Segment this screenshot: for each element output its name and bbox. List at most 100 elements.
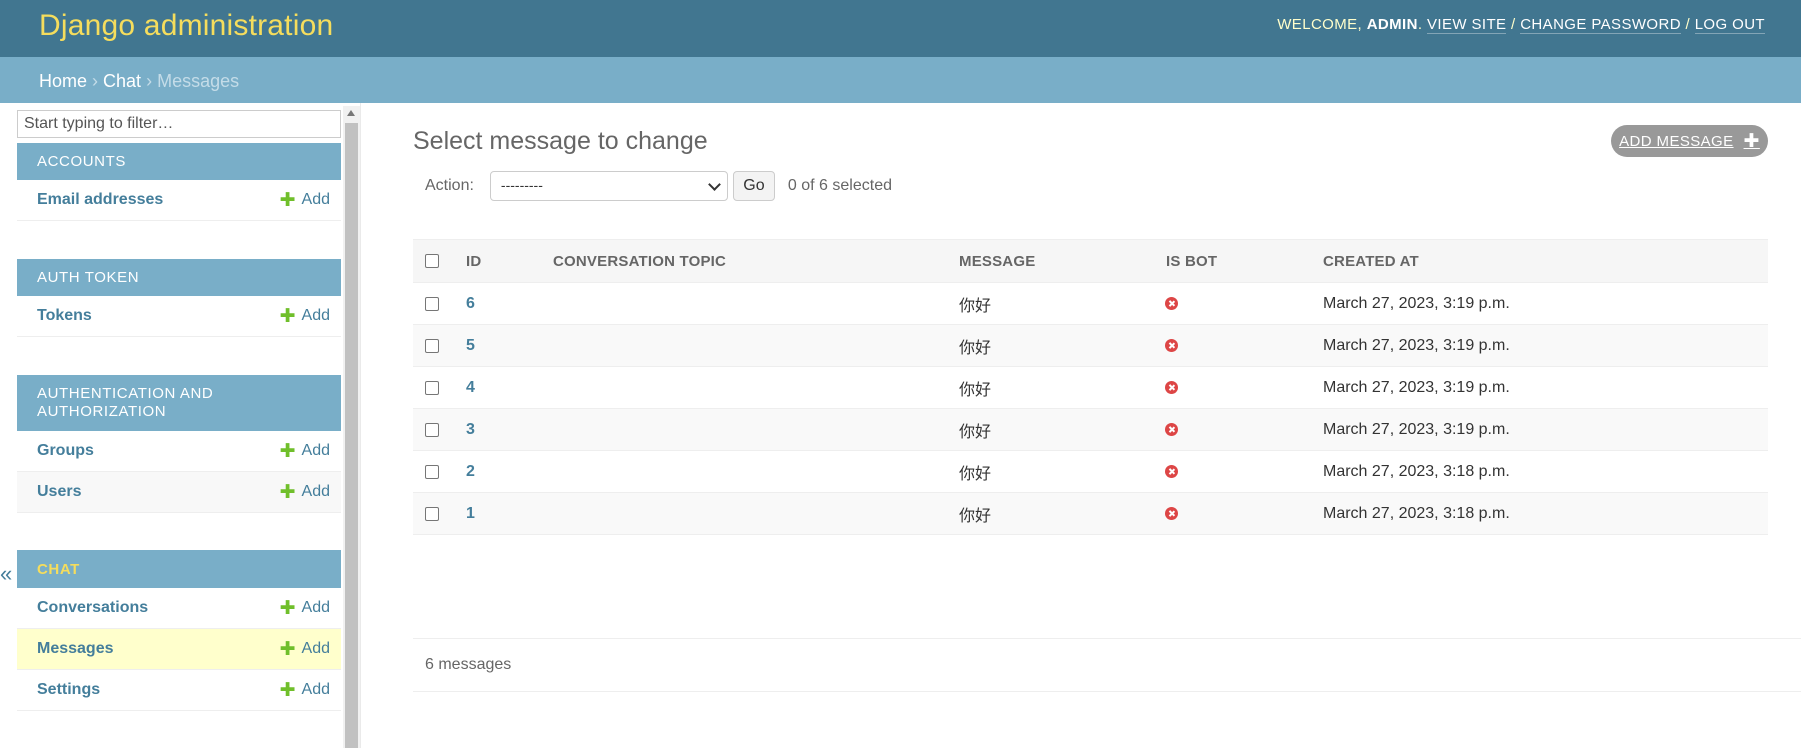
plus-icon: ✚ xyxy=(279,597,296,619)
sidebar-link-email-addresses[interactable]: Email addresses xyxy=(37,191,163,209)
table-row: 2 你好 March 27, 2023, 3:18 p.m. xyxy=(413,450,1768,493)
no-icon xyxy=(1165,338,1178,352)
conversation-topic-cell xyxy=(553,492,959,535)
message-id-link[interactable]: 2 xyxy=(466,463,475,480)
plus-icon: ✚ xyxy=(279,638,296,660)
log-out-link[interactable]: Log out xyxy=(1694,16,1765,34)
welcome-text: Welcome, xyxy=(1277,16,1363,33)
action-label: Action: xyxy=(425,177,474,194)
go-button[interactable]: Go xyxy=(732,171,775,201)
no-icon xyxy=(1165,296,1178,310)
view-site-link[interactable]: View site xyxy=(1427,16,1507,34)
plus-icon: ✚ xyxy=(279,440,296,462)
add-email-address-link[interactable]: ✚ Add xyxy=(280,191,330,210)
sidebar-item-groups: Groups ✚ Add xyxy=(17,431,341,472)
created-at-cell: March 27, 2023, 3:19 p.m. xyxy=(1323,408,1768,451)
table-row: 3 你好 March 27, 2023, 3:19 p.m. xyxy=(413,408,1768,451)
sidebar-link-settings[interactable]: Settings xyxy=(37,681,100,699)
no-icon xyxy=(1165,380,1178,394)
add-group-link[interactable]: ✚ Add xyxy=(280,442,330,461)
nav-filter-input[interactable] xyxy=(17,110,341,138)
header: Django administration Welcome, admin. Vi… xyxy=(0,0,1801,57)
table-row: 5 你好 March 27, 2023, 3:19 p.m. xyxy=(413,324,1768,367)
plus-icon: ✚ xyxy=(1743,130,1760,152)
created-at-cell: March 27, 2023, 3:18 p.m. xyxy=(1323,450,1768,493)
sidebar-item-users: Users ✚ Add xyxy=(17,472,341,513)
result-list-table: ID Conversation topic Message Is bot Cre… xyxy=(413,239,1768,535)
sidebar-item-tokens: Tokens ✚ Add xyxy=(17,296,341,337)
sidebar-link-conversations[interactable]: Conversations xyxy=(37,599,148,617)
column-header-message[interactable]: Message xyxy=(959,253,1035,270)
conversation-topic-cell xyxy=(553,282,959,325)
table-row: 4 你好 March 27, 2023, 3:19 p.m. xyxy=(413,366,1768,409)
table-row: 6 你好 March 27, 2023, 3:19 p.m. xyxy=(413,282,1768,325)
user-tools: Welcome, admin. View site / Change passw… xyxy=(1277,16,1765,34)
breadcrumb-home[interactable]: Home xyxy=(39,71,87,91)
row-checkbox[interactable] xyxy=(425,380,439,395)
plus-icon: ✚ xyxy=(279,481,296,503)
message-id-link[interactable]: 4 xyxy=(466,379,475,396)
row-checkbox[interactable] xyxy=(425,422,439,437)
conversation-topic-cell xyxy=(553,366,959,409)
message-id-link[interactable]: 6 xyxy=(466,295,475,312)
row-checkbox[interactable] xyxy=(425,464,439,479)
no-icon xyxy=(1165,422,1178,436)
sidebar-scrollbar[interactable] xyxy=(343,106,360,748)
created-at-cell: March 27, 2023, 3:18 p.m. xyxy=(1323,492,1768,535)
created-at-cell: March 27, 2023, 3:19 p.m. xyxy=(1323,366,1768,409)
breadcrumb: Home › Chat › Messages xyxy=(0,57,1801,103)
column-header-conversation-topic[interactable]: Conversation topic xyxy=(553,253,726,270)
sidebar-link-messages[interactable]: Messages xyxy=(37,640,114,658)
action-select[interactable]: --------- xyxy=(489,171,728,201)
paginator: 6 messages xyxy=(413,638,1801,692)
site-branding[interactable]: Django administration xyxy=(39,9,333,43)
add-user-link[interactable]: ✚ Add xyxy=(280,483,330,502)
sidebar-link-users[interactable]: Users xyxy=(37,483,81,501)
column-header-created-at[interactable]: Created at xyxy=(1323,253,1419,270)
sidebar-link-tokens[interactable]: Tokens xyxy=(37,307,92,325)
username: admin xyxy=(1366,16,1418,33)
row-checkbox[interactable] xyxy=(425,506,439,521)
sidebar-item-conversations: Conversations ✚ Add xyxy=(17,588,341,629)
message-cell: 你好 xyxy=(959,366,1166,409)
message-id-link[interactable]: 3 xyxy=(466,421,475,438)
app-caption-auth-token[interactable]: Auth Token xyxy=(17,259,341,296)
message-cell: 你好 xyxy=(959,492,1166,535)
message-id-link[interactable]: 5 xyxy=(466,337,475,354)
sidebar-item-email-addresses: Email addresses ✚ Add xyxy=(17,180,341,221)
add-conversation-link[interactable]: ✚ Add xyxy=(280,599,330,618)
conversation-topic-cell xyxy=(553,408,959,451)
app-caption-accounts[interactable]: Accounts xyxy=(17,143,341,180)
add-message-link[interactable]: ✚ Add xyxy=(280,640,330,659)
breadcrumb-current: Messages xyxy=(157,71,240,91)
toggle-nav-sidebar-button[interactable]: « xyxy=(0,561,12,587)
conversation-topic-cell xyxy=(553,324,959,367)
message-id-link[interactable]: 1 xyxy=(466,505,475,522)
row-checkbox[interactable] xyxy=(425,338,439,353)
app-caption-authentication[interactable]: Authentication and Authorization xyxy=(17,375,341,431)
breadcrumb-chat[interactable]: Chat xyxy=(103,71,141,91)
nav-sidebar: Accounts Email addresses ✚Add Auth Token… xyxy=(17,103,361,748)
actions-bar: Action: --------- Go 0 of 6 selected xyxy=(413,165,1768,207)
selection-counter: 0 of 6 selected xyxy=(787,177,892,194)
column-header-is-bot[interactable]: Is bot xyxy=(1166,253,1217,270)
page-title: Select message to change xyxy=(413,127,708,155)
no-icon xyxy=(1165,464,1178,478)
plus-icon: ✚ xyxy=(279,679,296,701)
chevron-down-icon xyxy=(708,178,721,191)
sidebar-item-messages: Messages ✚ Add xyxy=(17,629,341,670)
sidebar-link-groups[interactable]: Groups xyxy=(37,442,94,460)
add-token-link[interactable]: ✚ Add xyxy=(280,307,330,326)
select-all-checkbox[interactable] xyxy=(425,254,439,268)
message-cell: 你好 xyxy=(959,282,1166,325)
sidebar-item-settings: Settings ✚ Add xyxy=(17,670,341,711)
change-password-link[interactable]: Change password xyxy=(1520,16,1681,34)
column-header-id[interactable]: ID xyxy=(466,253,481,270)
table-header-row: ID Conversation topic Message Is bot Cre… xyxy=(413,239,1768,283)
no-icon xyxy=(1165,506,1178,520)
table-row: 1 你好 March 27, 2023, 3:18 p.m. xyxy=(413,492,1768,535)
add-setting-link[interactable]: ✚ Add xyxy=(280,681,330,700)
app-caption-chat[interactable]: Chat xyxy=(17,550,341,588)
row-checkbox[interactable] xyxy=(425,296,439,311)
add-message-button[interactable]: Add message ✚ xyxy=(1611,125,1768,157)
